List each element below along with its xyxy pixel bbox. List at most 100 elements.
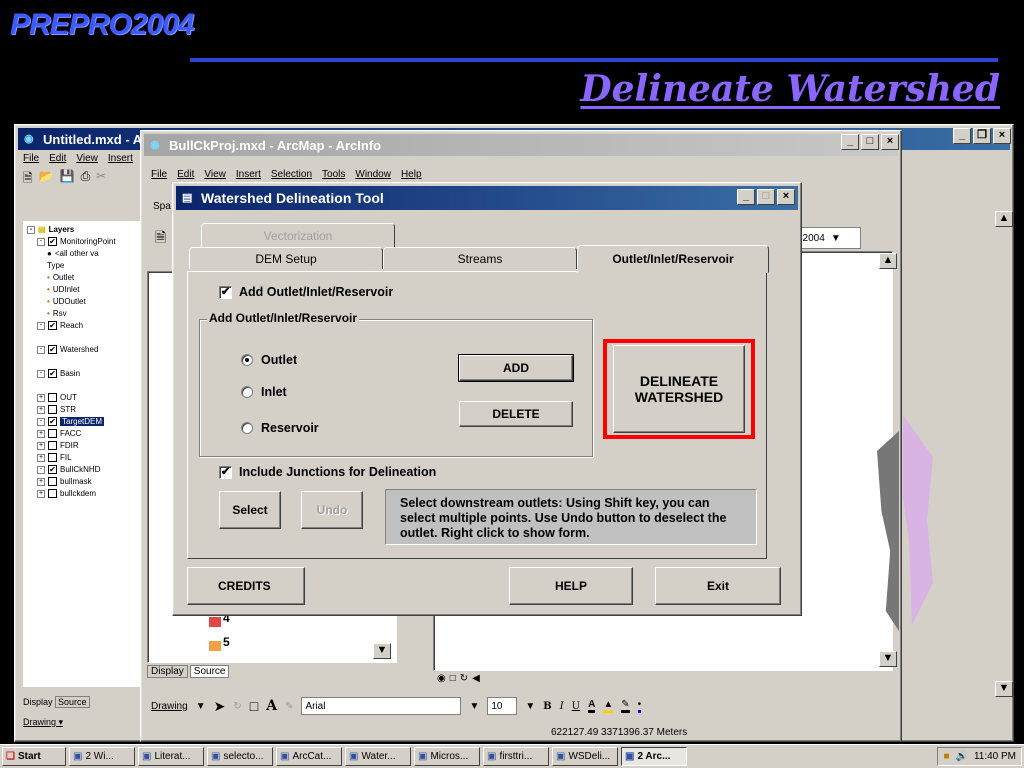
drawing-menu[interactable]: Drawing bbox=[151, 701, 188, 712]
map-scroll-down[interactable]: ▼ bbox=[995, 681, 1013, 697]
tray-network-icon[interactable]: ■ bbox=[943, 751, 949, 762]
menu-edit[interactable]: Edit bbox=[177, 169, 194, 180]
toc-item[interactable]: + STR bbox=[37, 405, 76, 414]
rectangle-tool-icon[interactable]: □ bbox=[250, 698, 258, 714]
taskbar-button[interactable]: ▣ 2 Wi... bbox=[69, 747, 135, 766]
layer-visibility-checkbox[interactable]: ✔ bbox=[48, 465, 57, 474]
add-button[interactable]: ADD bbox=[458, 354, 574, 382]
toc-item[interactable]: • Rsv bbox=[47, 309, 67, 318]
expand-toggle-icon[interactable]: + bbox=[37, 441, 45, 450]
toc-item[interactable]: + FDIR bbox=[37, 441, 79, 450]
toc-item[interactable]: • UDInlet bbox=[47, 285, 80, 294]
rotate-icon[interactable]: ↻ bbox=[233, 701, 241, 712]
font-name-box[interactable]: Arial bbox=[301, 697, 462, 715]
toc-item[interactable]: - ✔ Basin bbox=[37, 369, 80, 378]
toc-item[interactable]: ● <all other va bbox=[47, 249, 99, 258]
refresh-icon[interactable]: ↻ bbox=[460, 673, 468, 684]
menu-insert[interactable]: Insert bbox=[236, 169, 261, 180]
inlet-radio[interactable]: Inlet bbox=[241, 385, 287, 399]
layout-view-buttons[interactable]: ◉ □ ↻ ◀ bbox=[437, 673, 480, 684]
menu-insert[interactable]: Insert bbox=[108, 153, 133, 164]
toc-item[interactable]: - ✔ Reach bbox=[37, 321, 83, 330]
minimize-button[interactable]: _ bbox=[737, 189, 755, 205]
expand-toggle-icon[interactable]: - bbox=[37, 345, 45, 354]
expand-toggle-icon[interactable]: - bbox=[37, 417, 45, 426]
toc-item[interactable]: + OUT bbox=[37, 393, 77, 402]
toc-item[interactable]: + FACC bbox=[37, 429, 81, 438]
toc-layers-root[interactable]: - ▤ Layers bbox=[27, 225, 74, 234]
dialog-titlebar[interactable]: ▤ Watershed Delineation Tool bbox=[176, 186, 798, 210]
expand-toggle-icon[interactable]: + bbox=[37, 477, 45, 486]
taskbar-button[interactable]: ▣ WSDeli... bbox=[552, 747, 618, 766]
toc-item[interactable]: - ✔ TargetDEM bbox=[37, 417, 105, 426]
taskbar-button[interactable]: ▣ ArcCat... bbox=[276, 747, 342, 766]
menu-edit[interactable]: Edit bbox=[49, 153, 66, 164]
save-icon[interactable]: 💾 bbox=[60, 169, 75, 190]
layout-view-icon[interactable]: □ bbox=[450, 673, 456, 684]
toc-item[interactable]: + FIL bbox=[37, 453, 72, 462]
reservoir-radio[interactable]: Reservoir bbox=[241, 421, 319, 435]
select-arrow-icon[interactable]: ➤ bbox=[214, 698, 226, 715]
watershed-delineation-dialog[interactable]: ▤ Watershed Delineation Tool _ □ × Vecto… bbox=[172, 182, 802, 616]
delineate-watershed-button[interactable]: DELINEATE WATERSHED bbox=[613, 345, 745, 433]
layer-visibility-checkbox[interactable] bbox=[48, 405, 57, 414]
layer-visibility-checkbox[interactable]: ✔ bbox=[48, 237, 57, 246]
layer-visibility-checkbox[interactable]: ✔ bbox=[48, 417, 57, 426]
new-file-icon[interactable]: 🗎 bbox=[155, 227, 166, 251]
italic-button[interactable]: I bbox=[560, 701, 564, 712]
expand-toggle-icon[interactable]: - bbox=[37, 237, 45, 246]
add-outlet-checkbox[interactable]: ✔ Add Outlet/Inlet/Reservoir bbox=[219, 285, 393, 299]
taskbar-button[interactable]: ▣ firsttri... bbox=[483, 747, 549, 766]
expand-toggle-icon[interactable]: + bbox=[37, 453, 45, 462]
menu-tools[interactable]: Tools bbox=[322, 169, 345, 180]
background-drawing-menu[interactable]: Drawing ▾ bbox=[23, 717, 63, 728]
expand-toggle-icon[interactable]: + bbox=[37, 489, 45, 498]
underline-button[interactable]: U bbox=[572, 701, 580, 712]
layer-visibility-checkbox[interactable]: ✔ bbox=[48, 345, 57, 354]
select-button[interactable]: Select bbox=[219, 491, 281, 529]
expand-toggle-icon[interactable]: - bbox=[37, 465, 45, 474]
open-folder-icon[interactable]: 📂 bbox=[39, 169, 54, 190]
toc-item[interactable]: - ✔ Watershed bbox=[37, 345, 98, 354]
credits-button[interactable]: CREDITS bbox=[187, 567, 305, 605]
tab-streams[interactable]: Streams bbox=[383, 247, 577, 269]
spatial-toolbar-label[interactable]: Spa bbox=[153, 201, 171, 212]
toc-item[interactable]: • UDOutlet bbox=[47, 297, 86, 306]
expand-toggle-icon[interactable]: - bbox=[37, 369, 45, 378]
toc-item[interactable]: Type bbox=[47, 261, 64, 270]
taskbar-button[interactable]: ▣ Water... bbox=[345, 747, 411, 766]
scale-combo[interactable]: o2004 ▼ bbox=[793, 227, 861, 249]
expand-toggle-icon[interactable]: + bbox=[37, 393, 45, 402]
map-scroll-up[interactable]: ▲ bbox=[995, 211, 1013, 227]
text-tool-icon[interactable]: A bbox=[266, 698, 277, 714]
taskbar-button[interactable]: ▣ 2 Arc... bbox=[621, 747, 687, 766]
layer-visibility-checkbox[interactable] bbox=[48, 429, 57, 438]
project-source-tab[interactable]: Source bbox=[189, 665, 230, 678]
print-icon[interactable]: ⎙ bbox=[81, 169, 91, 190]
toc-item[interactable]: + bullmask bbox=[37, 477, 92, 486]
maximize-button[interactable]: □ bbox=[757, 189, 775, 205]
project-window-titlebar[interactable]: ◉ BullCkProj.mxd - ArcMap - ArcInfo bbox=[144, 134, 898, 156]
taskbar-button[interactable]: ▣ selecto... bbox=[207, 747, 273, 766]
menu-window[interactable]: Window bbox=[355, 169, 391, 180]
bold-button[interactable]: B bbox=[543, 701, 551, 712]
project-display-tab[interactable]: Display Source bbox=[147, 665, 230, 678]
line-color-icon[interactable]: ✎ bbox=[621, 699, 630, 713]
tab-outlet-inlet-reservoir[interactable]: Outlet/Inlet/Reservoir bbox=[577, 245, 769, 273]
toc-item[interactable]: + bullckdem bbox=[37, 489, 96, 498]
size-dropdown-icon[interactable]: ▼ bbox=[525, 701, 535, 712]
menu-file[interactable]: File bbox=[151, 169, 167, 180]
maximize-button[interactable]: □ bbox=[861, 134, 879, 150]
toc-item[interactable]: • Outlet bbox=[47, 273, 74, 282]
toc-scroll-down[interactable]: ▼ bbox=[373, 643, 391, 659]
include-junctions-checkbox[interactable]: ✔ Include Junctions for Delineation bbox=[219, 465, 436, 479]
minimize-button[interactable]: _ bbox=[953, 128, 971, 144]
toc-item[interactable]: - ✔ MonitoringPoint bbox=[37, 237, 116, 246]
close-button[interactable]: × bbox=[881, 134, 899, 150]
background-display-tab[interactable]: Display Source bbox=[23, 696, 90, 708]
minimize-button[interactable]: _ bbox=[841, 134, 859, 150]
map-scroll-down[interactable]: ▼ bbox=[879, 651, 897, 667]
menu-selection[interactable]: Selection bbox=[271, 169, 312, 180]
menu-view[interactable]: View bbox=[204, 169, 226, 180]
layer-visibility-checkbox[interactable] bbox=[48, 477, 57, 486]
